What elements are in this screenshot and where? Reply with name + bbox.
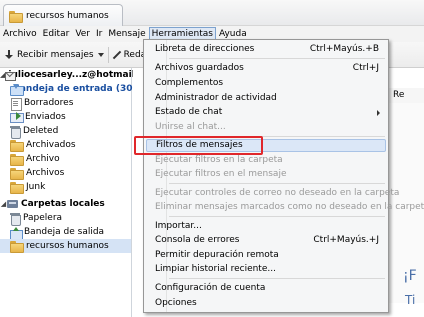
folder-label: Bandeja de salida [24,227,105,237]
outbox-icon [10,226,23,240]
local-folders-row[interactable]: ◢ Carpetas locales [0,197,131,211]
menu-item-join-chat: Unirse al chat... [146,121,386,134]
folder-label: recursos humanos [26,241,109,251]
trash-icon [10,125,21,139]
menu-item-label: Configuración de cuenta [155,283,266,293]
folder-icon [10,168,24,180]
title-bar: recursos humanos [0,0,424,26]
folder-papelera[interactable]: Papelera [0,211,131,226]
menu-item-label: Consola de errores [155,235,240,245]
tools-menu: Libreta de direcciones Ctrl+Mayús.+B Arc… [143,39,424,313]
start-page-text: Ti [405,293,416,307]
account-row[interactable]: ◢ juliocesarley...z@hotmail.com [0,68,159,82]
menu-item-addons[interactable]: Complementos [146,77,386,90]
get-messages-label: Recibir mensajes [17,49,94,60]
menu-item-shortcut: Ctrl+Mayús.+B [309,44,379,54]
menu-item-label: Ejecutar filtros en el mensaje [155,169,287,179]
menu-item-label: Ejecutar controles de correo no deseado … [155,188,400,198]
folder-label: Deleted [23,126,59,136]
toolbar-separator [107,46,109,63]
menu-ir[interactable]: Ir [93,27,105,41]
menu-separator [169,58,385,59]
folder-icon [10,182,24,194]
menu-item-label: Unirse al chat... [155,122,226,132]
folder-label: Papelera [23,213,63,223]
folder-icon [10,154,24,166]
folder-icon [10,140,24,152]
column-header[interactable]: Re [388,88,424,103]
folder-pane: ◢ juliocesarley...z@hotmail.com Bandeja … [0,68,159,317]
folder-label: Borradores [24,98,74,108]
menu-separator [169,278,385,279]
menu-item-label: Eliminar mensajes marcados como no desea… [155,202,424,212]
folder-label: Enviados [25,112,66,122]
folder-archivo[interactable]: Archivo [0,152,131,166]
trash-icon [10,212,21,226]
folder-icon [10,241,24,253]
folder-sent[interactable]: Enviados [0,110,131,124]
local-folders-label: Carpetas locales [21,199,105,209]
menu-item-options[interactable]: Opciones [146,297,386,310]
folder-label: Archivados [26,140,76,150]
folder-label: Bandeja de entrada (308) [13,84,143,94]
folder-inbox[interactable]: Bandeja de entrada (308) [0,82,143,96]
menu-editar[interactable]: Editar [40,27,73,41]
local-folders-icon [7,199,18,209]
folder-archivos[interactable]: Archivos [0,166,131,180]
folder-archivados[interactable]: Archivados [0,138,131,152]
menu-item-import[interactable]: Importar... [146,220,386,233]
menu-item-shortcut: Ctrl+J [352,63,379,73]
submenu-arrow-icon [377,110,380,116]
folder-recursos-humanos[interactable]: recursos humanos [0,239,131,253]
collapse-icon[interactable]: ◢ [0,197,7,211]
menu-item-label: Estado de chat [155,107,223,117]
menu-item-label: Libreta de direcciones [155,44,255,54]
tab-recursos-humanos[interactable]: recursos humanos [3,4,123,26]
folder-deleted[interactable]: Deleted [0,124,131,139]
start-page-heading: ¡F [403,268,417,284]
menu-item-label: Importar... [155,221,202,231]
sent-icon [10,112,24,123]
menu-item-run-filters-folder: Ejecutar filtros en la carpeta [146,154,386,167]
pencil-icon [113,51,121,59]
menu-item-label: Permitir depuración remota [155,250,279,260]
menu-item-remote-debugging[interactable]: Permitir depuración remota [146,249,386,262]
menu-separator [169,216,385,217]
tab-title: recursos humanos [26,10,109,21]
get-messages-button[interactable]: Recibir mensajes [4,49,94,60]
menu-ver[interactable]: Ver [72,27,93,41]
menu-item-address-book[interactable]: Libreta de direcciones Ctrl+Mayús.+B [146,43,386,56]
menu-item-clear-history[interactable]: Limpiar historial reciente... [146,263,386,276]
download-icon [4,49,14,60]
menu-item-label: Limpiar historial reciente... [155,264,276,274]
menu-item-shortcut: Ctrl+Mayús.+J [313,235,379,245]
menu-item-run-filters-message: Ejecutar filtros en el mensaje [146,168,386,181]
folder-label: Archivos [26,168,65,178]
folder-outbox[interactable]: Bandeja de salida [0,225,131,240]
menu-item-saved-files[interactable]: Archivos guardados Ctrl+J [146,62,386,75]
menu-item-delete-junk: Eliminar mensajes marcados como no desea… [146,201,424,214]
folder-label: Archivo [26,154,60,164]
menu-item-label: Administrador de actividad [155,93,277,103]
menu-separator [169,183,385,184]
menu-item-label: Complementos [155,78,224,88]
folder-icon [9,10,23,23]
menu-item-account-settings[interactable]: Configuración de cuenta [146,282,386,295]
folder-drafts[interactable]: Borradores [0,96,131,111]
highlight-box [134,136,263,155]
menu-item-activity-manager[interactable]: Administrador de actividad [146,92,386,105]
menu-item-label: Archivos guardados [155,63,244,73]
menu-item-label: Opciones [155,298,197,308]
menu-item-label: Ejecutar filtros en la carpeta [155,155,283,165]
get-messages-dropdown-icon[interactable] [97,52,104,57]
menu-archivo[interactable]: Archivo [0,27,40,41]
menu-item-run-junk-controls: Ejecutar controles de correo no deseado … [146,187,399,200]
folder-junk[interactable]: Junk [0,180,131,194]
folder-label: Junk [26,182,46,192]
drafts-icon [10,97,22,111]
menu-item-error-console[interactable]: Consola de errores Ctrl+Mayús.+J [146,234,386,247]
menu-item-chat-status[interactable]: Estado de chat [146,106,386,119]
